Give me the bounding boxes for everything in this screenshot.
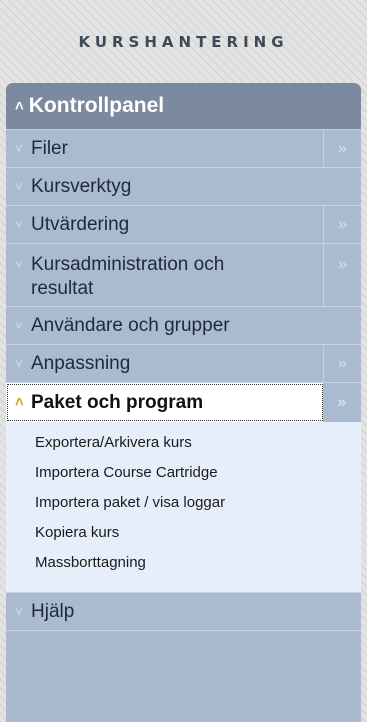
menu-item-label: Utvärdering bbox=[31, 213, 130, 235]
menu-item-anpassning[interactable]: ˅ Anpassning » bbox=[6, 345, 361, 383]
menu-item-label: Användare och grupper bbox=[31, 314, 230, 336]
chevron-down-icon: ˅ bbox=[15, 217, 23, 232]
side-arrow-icon[interactable]: » bbox=[323, 206, 361, 243]
side-arrow-icon[interactable]: » bbox=[323, 383, 361, 422]
submenu-paket-och-program: Exportera/Arkivera kurs Importera Course… bbox=[6, 422, 361, 593]
control-panel-title: Kontrollpanel bbox=[28, 94, 165, 117]
chevron-down-icon: ˅ bbox=[15, 257, 23, 272]
menu-item-filer[interactable]: ˅ Filer » bbox=[6, 130, 361, 168]
menu-item-anvandare[interactable]: ˅ Användare och grupper bbox=[6, 307, 361, 345]
menu-item-hjalp[interactable]: ˅ Hjälp bbox=[6, 593, 361, 631]
control-panel-header[interactable]: ˄ Kontrollpanel bbox=[6, 83, 361, 130]
chevron-down-icon: ˅ bbox=[15, 356, 23, 371]
menu-item-label: Filer bbox=[31, 137, 68, 159]
side-arrow-icon[interactable]: » bbox=[323, 345, 361, 382]
menu-item-kursadministration[interactable]: ˅ Kursadministration och resultat » bbox=[6, 244, 361, 307]
submenu-item-massborttagning[interactable]: Massborttagning bbox=[6, 548, 361, 578]
chevron-down-icon: ˅ bbox=[15, 179, 23, 194]
menu-item-utvardering[interactable]: ˅ Utvärdering » bbox=[6, 206, 361, 244]
submenu-item-importera-paket[interactable]: Importera paket / visa loggar bbox=[6, 488, 361, 518]
submenu-item-kopiera-kurs[interactable]: Kopiera kurs bbox=[6, 518, 361, 548]
chevron-up-icon: ˄ bbox=[15, 394, 24, 411]
side-arrow-icon[interactable]: » bbox=[323, 130, 361, 167]
chevron-up-icon: ˄ bbox=[15, 97, 24, 115]
menu-item-label: Paket och program bbox=[31, 391, 204, 413]
side-arrow-icon[interactable]: » bbox=[323, 244, 361, 306]
menu-item-paket-och-program[interactable]: ˄ Paket och program » bbox=[6, 383, 361, 422]
submenu-item-exportera[interactable]: Exportera/Arkivera kurs bbox=[6, 428, 361, 458]
submenu-item-importera-cartridge[interactable]: Importera Course Cartridge bbox=[6, 458, 361, 488]
menu-item-label: Anpassning bbox=[31, 352, 131, 374]
menu-item-kursverktyg[interactable]: ˅ Kursverktyg bbox=[6, 168, 361, 206]
control-panel: ˄ Kontrollpanel ˅ Filer » ˅ Kursverktyg … bbox=[6, 83, 361, 722]
chevron-down-icon: ˅ bbox=[15, 141, 23, 156]
chevron-down-icon: ˅ bbox=[15, 318, 23, 333]
chevron-down-icon: ˅ bbox=[15, 604, 23, 619]
menu-item-label: Kursadministration och resultat bbox=[31, 254, 225, 299]
menu-item-label: Kursverktyg bbox=[31, 175, 132, 197]
course-management-title: KURSHANTERING bbox=[78, 33, 289, 51]
menu-item-label: Hjälp bbox=[31, 600, 75, 622]
